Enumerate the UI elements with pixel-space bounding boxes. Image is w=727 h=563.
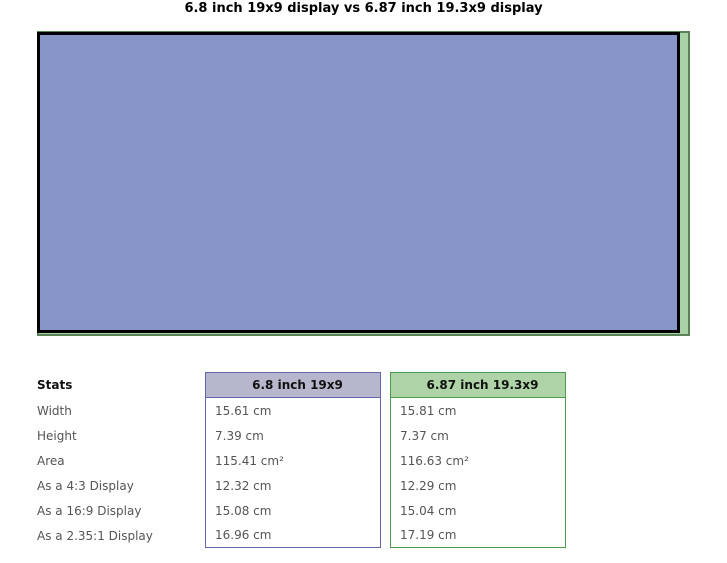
table-row: Width 15.61 cm 15.81 cm: [36, 398, 566, 423]
row-label: Area: [37, 453, 65, 468]
cell-display-a: 15.08 cm: [205, 498, 381, 523]
display-comparison-diagram: [0, 26, 727, 346]
column-spacer: [381, 498, 390, 523]
column-spacer: [381, 448, 390, 473]
column-header-display-a: 6.8 inch 19x9: [205, 372, 381, 398]
cell-display-b: 7.37 cm: [390, 423, 566, 448]
table-row: As a 2.35:1 Display 16.96 cm 17.19 cm: [36, 523, 566, 548]
row-label: As a 16:9 Display: [37, 503, 142, 518]
cell-display-a: 12.32 cm: [205, 473, 381, 498]
column-spacer: [381, 398, 390, 423]
column-spacer: [381, 473, 390, 498]
cell-display-b: 15.81 cm: [390, 398, 566, 423]
table-row: As a 16:9 Display 15.08 cm 15.04 cm: [36, 498, 566, 523]
column-spacer: [381, 423, 390, 448]
row-label: As a 4:3 Display: [37, 478, 134, 493]
stats-table: Stats 6.8 inch 19x9 6.87 inch 19.3x9 Wid…: [36, 372, 566, 548]
table-row: Height 7.39 cm 7.37 cm: [36, 423, 566, 448]
cell-display-a: 115.41 cm²: [205, 448, 381, 473]
cell-display-a: 16.96 cm: [205, 523, 381, 548]
column-spacer: [381, 523, 390, 548]
cell-display-a: 15.61 cm: [205, 398, 381, 423]
row-label: Height: [37, 428, 77, 443]
cell-display-b: 116.63 cm²: [390, 448, 566, 473]
cell-display-b: 12.29 cm: [390, 473, 566, 498]
cell-display-a: 7.39 cm: [205, 423, 381, 448]
table-header-row: Stats 6.8 inch 19x9 6.87 inch 19.3x9: [36, 372, 566, 398]
column-spacer: [381, 372, 390, 398]
column-header-display-b: 6.87 inch 19.3x9: [390, 372, 566, 398]
table-body: Width 15.61 cm 15.81 cm Height 7.39 cm 7.37 c…: [36, 398, 566, 548]
table-row: Area 115.41 cm² 116.63 cm²: [36, 448, 566, 473]
table-row: As a 4:3 Display 12.32 cm 12.29 cm: [36, 473, 566, 498]
cell-display-b: 15.04 cm: [390, 498, 566, 523]
cell-display-b: 17.19 cm: [390, 523, 566, 548]
row-label: Width: [37, 403, 72, 418]
row-label: As a 2.35:1 Display: [37, 528, 153, 543]
column-header-stats: Stats: [37, 378, 73, 392]
page-title: 6.8 inch 19x9 display vs 6.87 inch 19.3x…: [184, 1, 543, 16]
display-rect-6.8-inch-19x9: [37, 32, 680, 333]
